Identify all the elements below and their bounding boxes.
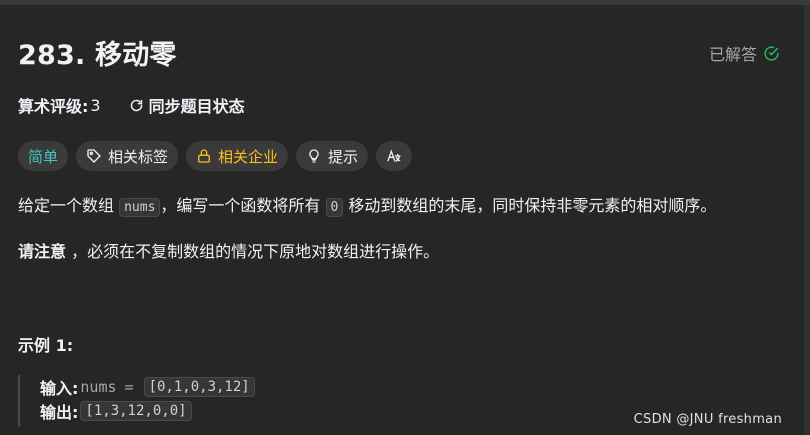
companies-label: 相关企业	[218, 147, 279, 166]
refresh-icon	[130, 99, 142, 111]
problem-note: 请注意 ，必须在不复制数组的情况下原地对数组进行操作。	[18, 239, 439, 265]
sync-status-button[interactable]: 同步题目状态	[129, 93, 245, 117]
lock-icon	[198, 149, 211, 163]
problem-description: 给定一个数组 nums ，编写一个函数将所有 0 移动到数组的末尾，同时保持非零元…	[18, 193, 798, 221]
rating-label: 算术评级:	[18, 97, 89, 116]
topics-label: 相关标签	[108, 147, 169, 166]
sync-label: 同步题目状态	[148, 97, 245, 116]
note-emphasis: 请注意	[18, 242, 67, 261]
output-label: 输出:	[40, 403, 79, 422]
companies-tag-button[interactable]: 相关企业	[186, 141, 289, 171]
output-value: [1,3,12,0,0]	[80, 401, 192, 421]
example-block: 输入: nums = [0,1,0,3,12] 输出: [1,3,12,0,0]	[18, 375, 255, 427]
solved-label: 已解答	[708, 45, 757, 64]
input-value: [0,1,0,3,12]	[143, 377, 255, 397]
translate-icon	[387, 149, 401, 162]
hint-tag-button[interactable]: 提示	[296, 141, 369, 171]
rating-value: 3	[90, 95, 101, 115]
difficulty-label: 简单	[28, 147, 59, 166]
check-circle-icon	[764, 45, 779, 61]
problem-title: 283. 移动零	[18, 40, 177, 71]
input-variable: nums	[80, 378, 117, 396]
tag-bar: 简单 相关标签 相关企业 提示	[18, 141, 413, 171]
example-output-line: 输出: [1,3,12,0,0]	[40, 399, 255, 423]
watermark: CSDN @JNU freshman	[633, 412, 782, 427]
inline-code-zero: 0	[325, 198, 344, 217]
hint-label: 提示	[328, 147, 359, 166]
input-label: 输入:	[40, 379, 79, 398]
description-text: 给定一个数组	[18, 196, 120, 215]
input-equals: =	[124, 378, 134, 396]
example-input-line: 输入: nums = [0,1,0,3,12]	[40, 375, 255, 399]
solved-status: 已解答	[709, 41, 780, 65]
inline-code-nums: nums	[119, 198, 161, 217]
description-text: ，编写一个函数将所有	[160, 196, 326, 215]
topics-tag-button[interactable]: 相关标签	[76, 141, 179, 171]
lightbulb-icon	[309, 149, 319, 163]
tag-icon	[87, 149, 101, 163]
problem-meta: 算术评级: 3 同步题目状态	[18, 93, 245, 117]
difficulty-tag[interactable]: 简单	[18, 141, 69, 171]
example-title: 示例 1:	[18, 336, 74, 355]
description-text: 移动到数组的末尾，同时保持非零元素的相对顺序。	[343, 196, 717, 215]
translate-button[interactable]	[376, 141, 413, 171]
problem-panel: 283. 移动零 已解答 算术评级: 3 同步题目状态 简单 相关标签 相关企业…	[0, 5, 804, 435]
scrollbar[interactable]	[804, 5, 810, 435]
note-text: ，必须在不复制数组的情况下原地对数组进行操作。	[66, 242, 440, 261]
